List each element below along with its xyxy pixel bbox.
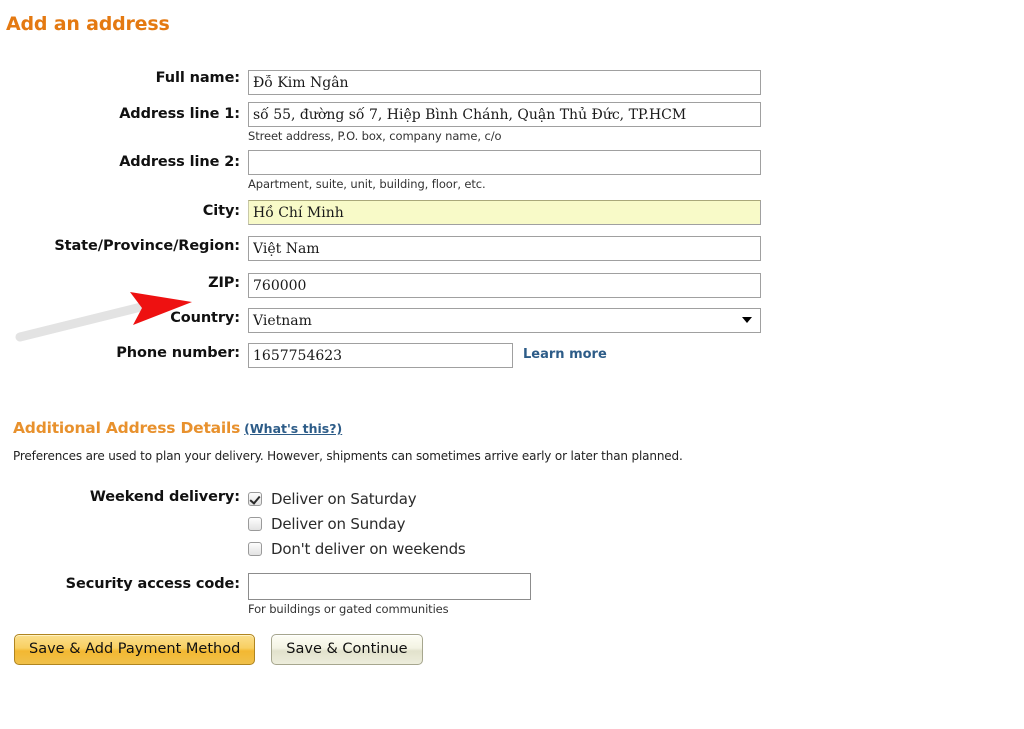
- country-select-wrap[interactable]: Vietnam: [248, 308, 761, 333]
- field-city: [248, 200, 1024, 225]
- whats-this-link[interactable]: (What's this?): [244, 421, 342, 436]
- full-name-input[interactable]: [248, 70, 761, 95]
- weekend-delivery-group: Weekend delivery: Deliver on Saturday De…: [0, 486, 1024, 561]
- form-actions: Save & Add Payment Method Save & Continu…: [14, 634, 423, 665]
- checkbox-deliver-sunday[interactable]: [248, 516, 262, 531]
- field-phone: Learn more: [248, 343, 1024, 368]
- field-security-code: For buildings or gated communities: [248, 573, 1024, 616]
- additional-details-title: Additional Address Details: [13, 419, 241, 437]
- field-address-line-2: Apartment, suite, unit, building, floor,…: [248, 150, 1024, 191]
- label-state: State/Province/Region:: [54, 238, 240, 254]
- label-full-name: Full name:: [155, 70, 240, 86]
- additional-details-description: Preferences are used to plan your delive…: [13, 449, 683, 463]
- security-code-hint: For buildings or gated communities: [248, 602, 449, 616]
- form-row-full-name: Full name:: [0, 70, 1024, 102]
- label-city: City:: [202, 203, 240, 219]
- checkbox-label-deliver-saturday: Deliver on Saturday: [271, 489, 417, 508]
- save-and-continue-button[interactable]: Save & Continue: [271, 634, 423, 665]
- page-title: Add an address: [6, 13, 170, 35]
- field-full-name: [248, 70, 1024, 95]
- field-zip: [248, 273, 1024, 298]
- security-code-input[interactable]: [248, 573, 531, 600]
- form-row-city: City:: [0, 200, 1024, 236]
- field-state: [248, 236, 1024, 261]
- zip-input[interactable]: [248, 273, 761, 298]
- learn-more-link[interactable]: Learn more: [523, 347, 607, 362]
- label-country: Country:: [170, 310, 240, 326]
- weekend-option-sunday[interactable]: Deliver on Sunday: [248, 511, 1024, 536]
- weekend-delivery-row-3: Don't deliver on weekends: [0, 536, 1024, 561]
- weekend-delivery-row-1: Weekend delivery: Deliver on Saturday: [0, 486, 1024, 511]
- checkbox-deliver-saturday[interactable]: [248, 491, 262, 506]
- form-row-security-code: Security access code: For buildings or g…: [0, 573, 1024, 616]
- field-country: Vietnam: [248, 308, 1024, 333]
- address-line-1-hint: Street address, P.O. box, company name, …: [248, 129, 502, 143]
- state-input[interactable]: [248, 236, 761, 261]
- weekend-delivery-row-2: Deliver on Sunday: [0, 511, 1024, 536]
- country-select[interactable]: Vietnam: [248, 308, 761, 333]
- form-row-state: State/Province/Region:: [0, 236, 1024, 273]
- form-row-zip: ZIP:: [0, 273, 1024, 308]
- form-row-country: Country: Vietnam: [0, 308, 1024, 343]
- city-input[interactable]: [248, 200, 761, 225]
- checkbox-dont-deliver-weekends[interactable]: [248, 541, 262, 556]
- address-line-2-input[interactable]: [248, 150, 761, 175]
- address-form: Full name: Address line 1: Street addres…: [0, 70, 1024, 378]
- chevron-down-icon: [742, 317, 752, 323]
- form-row-phone: Phone number: Learn more: [0, 343, 1024, 378]
- weekend-option-saturday[interactable]: Deliver on Saturday: [248, 486, 1024, 511]
- label-weekend-delivery: Weekend delivery:: [89, 489, 240, 505]
- label-security-code: Security access code:: [65, 576, 240, 592]
- checkbox-label-deliver-sunday: Deliver on Sunday: [271, 514, 406, 533]
- label-zip: ZIP:: [208, 275, 240, 291]
- label-address-line-1: Address line 1:: [119, 106, 240, 122]
- label-phone: Phone number:: [116, 345, 240, 361]
- phone-input[interactable]: [248, 343, 513, 368]
- form-row-address-line-2: Address line 2: Apartment, suite, unit, …: [0, 150, 1024, 200]
- additional-details-header: Additional Address Details (What's this?): [13, 419, 342, 437]
- checkbox-label-dont-deliver-weekends: Don't deliver on weekends: [271, 539, 466, 558]
- address-line-1-input[interactable]: [248, 102, 761, 127]
- form-row-address-line-1: Address line 1: Street address, P.O. box…: [0, 102, 1024, 150]
- address-line-2-hint: Apartment, suite, unit, building, floor,…: [248, 177, 486, 191]
- field-address-line-1: Street address, P.O. box, company name, …: [248, 102, 1024, 143]
- save-and-add-payment-method-button[interactable]: Save & Add Payment Method: [14, 634, 256, 665]
- label-address-line-2: Address line 2:: [119, 154, 240, 170]
- weekend-option-none[interactable]: Don't deliver on weekends: [248, 536, 1024, 561]
